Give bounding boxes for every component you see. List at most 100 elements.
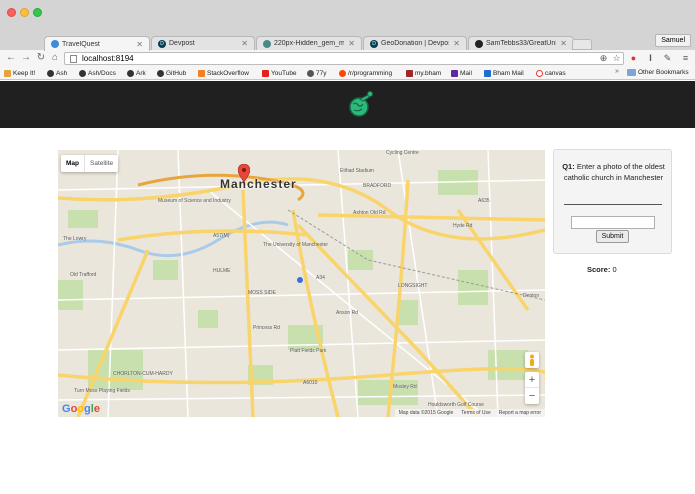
map-label-ashton-old-rd: Ashton Old Rd: [353, 210, 386, 216]
map-label-hyde-rd: Hyde Rd: [453, 223, 473, 229]
tab-geodonation[interactable]: D GeoDonation | Devpost ✕: [363, 36, 467, 50]
map-pin-icon[interactable]: [238, 164, 250, 182]
reload-icon[interactable]: ↻: [35, 52, 47, 64]
bookmark-youtube[interactable]: YouTube: [262, 69, 297, 78]
bookmark-keep-it[interactable]: Keep It!: [4, 69, 35, 78]
maximize-window-button[interactable]: [33, 8, 42, 17]
answer-input[interactable]: [571, 216, 655, 229]
question-text: Q1: Enter a photo of the oldest catholic…: [560, 162, 667, 183]
bookmark-ash-docs[interactable]: Ash/Docs: [79, 69, 116, 78]
instapaper-icon[interactable]: I: [645, 53, 656, 64]
map-label-museum: Museum of Science and Industry: [158, 198, 231, 204]
close-window-button[interactable]: [7, 8, 16, 17]
opera-icon[interactable]: ●: [628, 53, 639, 64]
bookmark-ark[interactable]: Ark: [127, 69, 146, 78]
zoom-out-button[interactable]: −: [525, 388, 539, 404]
bookmark-mail[interactable]: Mail: [451, 69, 472, 78]
devpost-icon: D: [370, 39, 378, 48]
map-label-chorlton: CHORLTON-CUM-HARDY: [113, 371, 173, 377]
tab-label: TravelQuest: [62, 40, 100, 48]
map-label-princess-rd: Princess Rd: [253, 325, 280, 331]
star-icon[interactable]: ☆: [611, 53, 622, 64]
map-label-a635: A635: [478, 198, 490, 204]
close-icon[interactable]: ✕: [241, 39, 248, 48]
bookmark-github[interactable]: GitHub: [157, 69, 186, 78]
bookmark-bham-mail[interactable]: Bham Mail: [484, 69, 524, 78]
bookmark-label: StackOverflow: [207, 70, 249, 77]
report-error-link[interactable]: Report a map error: [499, 410, 541, 416]
city-label: Manchester: [220, 177, 297, 191]
bookmark-label: my.bham: [415, 70, 442, 77]
street-view-pegman-icon[interactable]: [525, 352, 539, 368]
tab-label: Devpost: [169, 40, 195, 47]
browser-toolbar: ← → ↻ ⌂ localhost:8194 ⊕ ☆ ● I ✎ ≡: [0, 50, 695, 67]
circle-icon: [307, 70, 314, 77]
github-icon: [157, 70, 164, 77]
google-logo: Google: [62, 403, 100, 415]
address-bar[interactable]: localhost:8194: [64, 52, 624, 65]
bookmark-label: Ash: [56, 70, 68, 77]
divider: [564, 204, 662, 205]
tab-travelquest[interactable]: TravelQuest ✕: [44, 36, 150, 51]
zoom-in-button[interactable]: +: [525, 372, 539, 388]
travelquest-logo-icon[interactable]: [346, 90, 376, 120]
close-icon[interactable]: ✕: [348, 39, 355, 48]
bookmark-icon: [4, 70, 11, 77]
bookmark-label: Mail: [460, 70, 472, 77]
map-label-platt-fields: Platt Fields Park: [290, 348, 327, 354]
minimize-window-button[interactable]: [20, 8, 29, 17]
globe-icon: [51, 40, 59, 48]
other-bookmarks[interactable]: Other Bookmarks: [627, 69, 689, 76]
bookmark-ash[interactable]: Ash: [47, 69, 67, 78]
bookmark-label: canvas: [545, 70, 566, 77]
bookmark-my-bham[interactable]: my.bham: [406, 69, 441, 78]
map-data-credit: Map data ©2015 Google: [398, 410, 454, 416]
tab-github[interactable]: SamTebbs33/GreatUnHack ✕: [468, 36, 574, 50]
map-label-a6010: A6010: [303, 380, 318, 386]
location-icon[interactable]: ⊕: [598, 53, 609, 64]
extension-icon[interactable]: ✎: [662, 53, 673, 64]
google-map[interactable]: Map Satellite Manchester Museum of Scien…: [58, 150, 545, 417]
question-prompt: Enter a photo of the oldest catholic chu…: [563, 162, 665, 182]
bookmark-77y[interactable]: 77y: [307, 69, 326, 78]
back-icon[interactable]: ←: [5, 52, 17, 64]
close-icon[interactable]: ✕: [453, 39, 460, 48]
map-label-houldsworth: Houldsworth Golf Course: [428, 402, 484, 408]
map-label-bradford: BRADFORD: [363, 183, 392, 189]
zoom-control: + −: [525, 372, 539, 404]
submit-button[interactable]: Submit: [596, 230, 629, 243]
map-label-etihad: Etihad Stadium: [340, 168, 374, 174]
map-label-longsight: LONGSIGHT: [398, 283, 428, 289]
terms-link[interactable]: Terms of Use: [461, 410, 490, 416]
map-label-moss-side: MOSS SIDE: [248, 290, 276, 296]
tab-hidden-gem[interactable]: 220px-Hidden_gem_mono ✕: [256, 36, 362, 50]
tab-devpost[interactable]: D Devpost ✕: [151, 36, 255, 50]
map-type-satellite-button[interactable]: Satellite: [84, 155, 118, 172]
map-type-map-button[interactable]: Map: [61, 155, 84, 172]
close-icon[interactable]: ✕: [560, 39, 567, 48]
map-label-mosley-rd: Mosley Rd: [393, 384, 417, 390]
score-label: Score:: [587, 265, 611, 274]
map-attribution: Map data ©2015 Google Terms of Use Repor…: [394, 409, 545, 417]
map-label-the-lowry: The Lowry: [63, 236, 87, 242]
canvas-icon: [536, 70, 543, 77]
bookmark-label: GitHub: [166, 70, 187, 77]
bookmark-canvas[interactable]: canvas: [536, 69, 566, 78]
bookmark-r-programming[interactable]: /r/programming: [339, 69, 392, 78]
map-label-a57m: A57(M): [213, 233, 230, 239]
map-label-hulme: HULME: [213, 268, 231, 274]
bookmarks-overflow-button[interactable]: »: [615, 68, 619, 75]
bookmark-label: Bham Mail: [493, 70, 524, 77]
map-label-denton: Denton: [523, 293, 540, 299]
close-icon[interactable]: ✕: [136, 40, 143, 49]
new-tab-button[interactable]: [572, 39, 592, 50]
home-icon[interactable]: ⌂: [49, 52, 61, 64]
map-label-cycling-centre: Cycling Centre: [386, 150, 419, 156]
question-number: Q1:: [562, 162, 575, 171]
menu-icon[interactable]: ≡: [680, 53, 691, 64]
image-icon: [263, 39, 271, 48]
bookmark-stackoverflow[interactable]: StackOverflow: [198, 69, 249, 78]
forward-icon[interactable]: →: [20, 52, 32, 64]
profile-button[interactable]: Samuel: [655, 34, 691, 47]
github-icon: [127, 70, 134, 77]
